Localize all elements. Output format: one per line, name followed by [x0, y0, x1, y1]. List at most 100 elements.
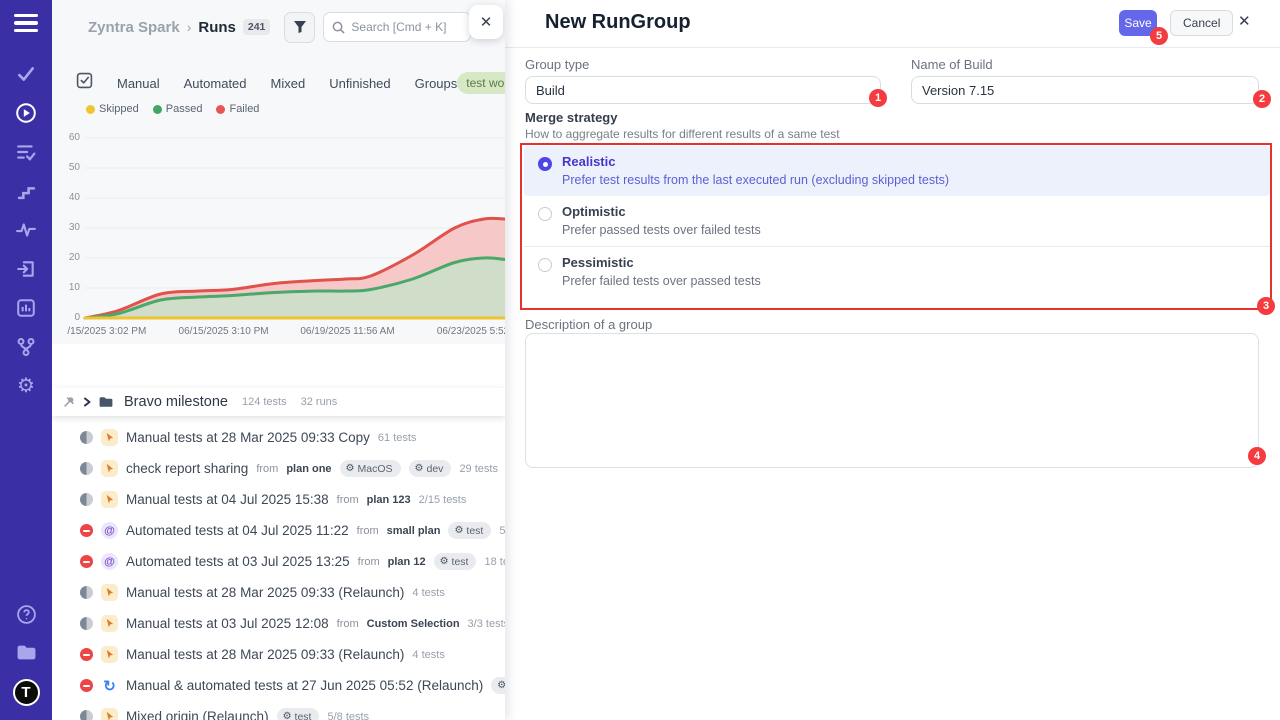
legend-passed[interactable]: Passed — [153, 103, 203, 115]
run-title[interactable]: Manual tests at 28 Mar 2025 09:33 (Relau… — [126, 585, 404, 600]
run-title[interactable]: Manual tests at 28 Mar 2025 09:33 Copy — [126, 430, 370, 445]
analytics-icon[interactable] — [15, 219, 37, 241]
run-title[interactable]: Manual & automated tests at 27 Jun 2025 … — [126, 678, 483, 693]
group-type-input[interactable] — [525, 76, 881, 104]
env-tag[interactable]: ⚙dev — [409, 460, 452, 477]
plan-name[interactable]: small plan — [387, 525, 441, 537]
option-pessimistic[interactable]: Pessimistic Prefer failed tests over pas… — [524, 247, 1270, 297]
runs-trend-chart: 0102030405060 /15/2025 3:02 PM06/15/2025… — [52, 126, 505, 344]
filter-button[interactable] — [284, 12, 315, 43]
tab-mixed[interactable]: Mixed — [271, 76, 306, 91]
y-axis-labels: 0102030405060 — [52, 132, 80, 318]
env-tag[interactable]: ⚙MacOS — [340, 460, 401, 477]
build-name-label: Name of Build — [911, 57, 1259, 72]
reports-icon[interactable] — [15, 297, 37, 319]
run-count: 4 tests — [412, 649, 444, 661]
drawer-close-button[interactable]: ✕ — [469, 5, 503, 39]
option-optimistic[interactable]: Optimistic Prefer passed tests over fail… — [524, 196, 1270, 247]
legend-skipped[interactable]: Skipped — [86, 103, 139, 115]
tests-icon[interactable] — [15, 63, 37, 85]
milestones-icon[interactable] — [15, 180, 37, 202]
tab-manual[interactable]: Manual — [117, 76, 160, 91]
run-title[interactable]: Manual tests at 28 Mar 2025 09:33 (Relau… — [126, 647, 404, 662]
save-button[interactable]: Save — [1119, 10, 1157, 36]
option-desc: Prefer failed tests over passed tests — [562, 274, 761, 288]
run-title[interactable]: check report sharing — [126, 461, 248, 476]
breadcrumb-section-runs[interactable]: Runs — [198, 19, 236, 36]
status-stopped-icon — [80, 524, 93, 537]
run-list-item[interactable]: Manual tests at 04 Jul 2025 15:38 from p… — [52, 484, 505, 515]
run-title[interactable]: Automated tests at 04 Jul 2025 11:22 — [126, 523, 349, 538]
manual-run-icon — [101, 429, 118, 446]
milestone-runs-count: 32 runs — [301, 396, 338, 408]
plan-name[interactable]: plan one — [286, 463, 331, 475]
description-textarea[interactable] — [525, 333, 1259, 468]
env-tag[interactable]: ⚙test — [491, 677, 505, 694]
plan-name[interactable]: plan 12 — [388, 556, 426, 568]
env-tag[interactable]: ⚙test — [434, 553, 477, 570]
radio-icon[interactable] — [538, 258, 552, 272]
build-name-input[interactable] — [911, 76, 1259, 104]
env-tag[interactable]: ⚙test — [448, 522, 491, 539]
status-in-progress-icon — [80, 586, 93, 599]
from-label: from — [256, 463, 278, 475]
run-title[interactable]: Manual tests at 03 Jul 2025 12:08 — [126, 616, 329, 631]
import-icon[interactable] — [15, 258, 37, 280]
radio-icon[interactable] — [538, 207, 552, 221]
plan-name[interactable]: Custom Selection — [367, 618, 460, 630]
run-count: 5/8 tests — [327, 711, 369, 720]
close-form-button[interactable]: ✕ — [1238, 12, 1251, 30]
manual-run-icon — [101, 615, 118, 632]
projects-folder-icon[interactable] — [15, 641, 37, 663]
run-list-item[interactable]: check report sharing from plan one ⚙MacO… — [52, 453, 505, 484]
option-name: Pessimistic — [562, 255, 761, 270]
run-list-item[interactable]: @ Automated tests at 04 Jul 2025 11:22 f… — [52, 515, 505, 546]
from-label: from — [357, 525, 379, 537]
run-list-item[interactable]: Manual tests at 28 Mar 2025 09:33 Copy 6… — [52, 422, 505, 453]
breadcrumb: Zyntra Spark › Runs 241 — [88, 19, 270, 36]
milestone-name[interactable]: Bravo milestone — [124, 394, 228, 410]
app-logo[interactable]: T — [13, 679, 40, 706]
search-input-wrapper[interactable] — [323, 12, 471, 42]
runs-icon[interactable] — [15, 102, 37, 124]
run-list-item[interactable]: Manual tests at 28 Mar 2025 09:33 (Relau… — [52, 577, 505, 608]
folder-icon — [98, 394, 114, 410]
tag-filter-test-work[interactable]: test work — [457, 72, 505, 94]
run-list-item[interactable]: Manual tests at 03 Jul 2025 12:08 from C… — [52, 608, 505, 639]
search-input[interactable] — [351, 20, 461, 34]
run-title[interactable]: Automated tests at 03 Jul 2025 13:25 — [126, 554, 350, 569]
breadcrumb-project[interactable]: Zyntra Spark — [88, 19, 180, 36]
manual-run-icon — [101, 584, 118, 601]
cancel-button[interactable]: Cancel — [1170, 10, 1233, 36]
run-list-item[interactable]: Mixed origin (Relaunch) ⚙test 5/8 tests — [52, 701, 505, 720]
env-tag[interactable]: ⚙test — [277, 708, 320, 720]
settings-gear-icon[interactable]: ⚙ — [15, 375, 37, 397]
x-axis-labels: /15/2025 3:02 PM06/15/2025 3:10 PM06/19/… — [85, 326, 505, 340]
plan-name[interactable]: plan 123 — [367, 494, 411, 506]
run-count: 54 tests — [499, 525, 505, 537]
tab-unfinished[interactable]: Unfinished — [329, 76, 390, 91]
run-list-item[interactable]: @ Automated tests at 03 Jul 2025 13:25 f… — [52, 546, 505, 577]
help-icon[interactable] — [15, 603, 37, 625]
automated-run-icon: @ — [101, 553, 118, 570]
option-realistic[interactable]: Realistic Prefer test results from the l… — [524, 146, 1270, 196]
status-in-progress-icon — [80, 462, 93, 475]
run-title[interactable]: Mixed origin (Relaunch) — [126, 709, 269, 720]
run-count: 18 tests — [484, 556, 505, 568]
select-runs-icon[interactable] — [76, 72, 93, 94]
milestone-row[interactable]: Bravo milestone 124 tests 32 runs — [52, 388, 505, 416]
tab-groups[interactable]: Groups — [415, 76, 458, 91]
tab-automated[interactable]: Automated — [184, 76, 247, 91]
radio-checked-icon[interactable] — [538, 157, 552, 171]
run-list-item[interactable]: Manual tests at 28 Mar 2025 09:33 (Relau… — [52, 639, 505, 670]
new-rungroup-panel: New RunGroup Save Cancel ✕ Group type Na… — [505, 0, 1280, 720]
run-title[interactable]: Manual tests at 04 Jul 2025 15:38 — [126, 492, 329, 507]
menu-icon[interactable] — [14, 14, 38, 32]
branches-icon[interactable] — [15, 336, 37, 358]
pin-icon — [62, 395, 76, 409]
legend-failed[interactable]: Failed — [216, 103, 259, 115]
plans-icon[interactable] — [15, 141, 37, 163]
chevron-right-icon[interactable] — [82, 397, 92, 407]
run-list-item[interactable]: ↻ Manual & automated tests at 27 Jun 202… — [52, 670, 505, 701]
status-in-progress-icon — [80, 710, 93, 720]
